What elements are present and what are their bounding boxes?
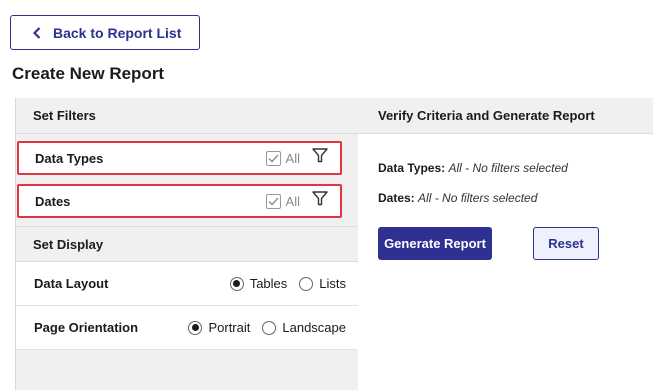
reset-button[interactable]: Reset bbox=[533, 227, 599, 260]
filter-row-data-types[interactable]: Data Types All bbox=[17, 141, 342, 175]
criteria-data-types-label: Data Types: bbox=[378, 161, 446, 175]
back-button-label: Back to Report List bbox=[53, 24, 182, 41]
filter-funnel-icon[interactable] bbox=[312, 148, 328, 168]
filter-label: Data Types bbox=[35, 150, 104, 166]
left-panel: Set Filters Data Types All Dates All Set… bbox=[15, 98, 359, 390]
all-checkbox[interactable]: All bbox=[265, 193, 300, 209]
criteria-dates-label: Dates: bbox=[378, 191, 415, 205]
radio-tables-label[interactable]: Tables bbox=[250, 276, 288, 291]
all-label: All bbox=[285, 150, 300, 166]
right-panel: Verify Criteria and Generate Report Data… bbox=[358, 98, 653, 390]
filter-row-dates[interactable]: Dates All bbox=[17, 184, 342, 218]
radio-landscape[interactable] bbox=[262, 320, 277, 335]
all-label: All bbox=[285, 193, 300, 209]
set-filters-heading: Set Filters bbox=[16, 98, 358, 134]
checkbox-checked-icon bbox=[265, 150, 281, 166]
checkbox-checked-icon bbox=[265, 193, 281, 209]
page-title: Create New Report bbox=[12, 64, 165, 83]
page-orientation-row: Page Orientation Portrait Landscape bbox=[16, 306, 358, 350]
radio-tables[interactable] bbox=[229, 276, 244, 291]
radio-landscape-label[interactable]: Landscape bbox=[282, 320, 346, 335]
generate-report-button[interactable]: Generate Report bbox=[378, 227, 492, 260]
radio-portrait[interactable] bbox=[188, 320, 203, 335]
all-checkbox[interactable]: All bbox=[265, 150, 300, 166]
radio-lists[interactable] bbox=[299, 276, 314, 291]
page-orientation-radio-group: Portrait Landscape bbox=[188, 320, 346, 335]
criteria-dates: Dates: All - No filters selected bbox=[378, 191, 537, 205]
radio-lists-label[interactable]: Lists bbox=[319, 276, 346, 291]
set-display-heading: Set Display bbox=[16, 226, 358, 262]
radio-portrait-label[interactable]: Portrait bbox=[208, 320, 250, 335]
filter-funnel-icon[interactable] bbox=[312, 191, 328, 211]
chevron-left-icon bbox=[33, 26, 41, 39]
back-to-report-list-button[interactable]: Back to Report List bbox=[10, 15, 200, 50]
criteria-dates-value: All - No filters selected bbox=[418, 191, 538, 205]
verify-criteria-heading: Verify Criteria and Generate Report bbox=[358, 98, 653, 134]
filter-label: Dates bbox=[35, 193, 71, 209]
page-orientation-label: Page Orientation bbox=[34, 320, 139, 335]
data-layout-label: Data Layout bbox=[34, 276, 109, 291]
data-layout-radio-group: Tables Lists bbox=[229, 276, 346, 291]
criteria-data-types-value: All - No filters selected bbox=[448, 161, 568, 175]
criteria-data-types: Data Types: All - No filters selected bbox=[378, 161, 568, 175]
data-layout-row: Data Layout Tables Lists bbox=[16, 262, 358, 306]
